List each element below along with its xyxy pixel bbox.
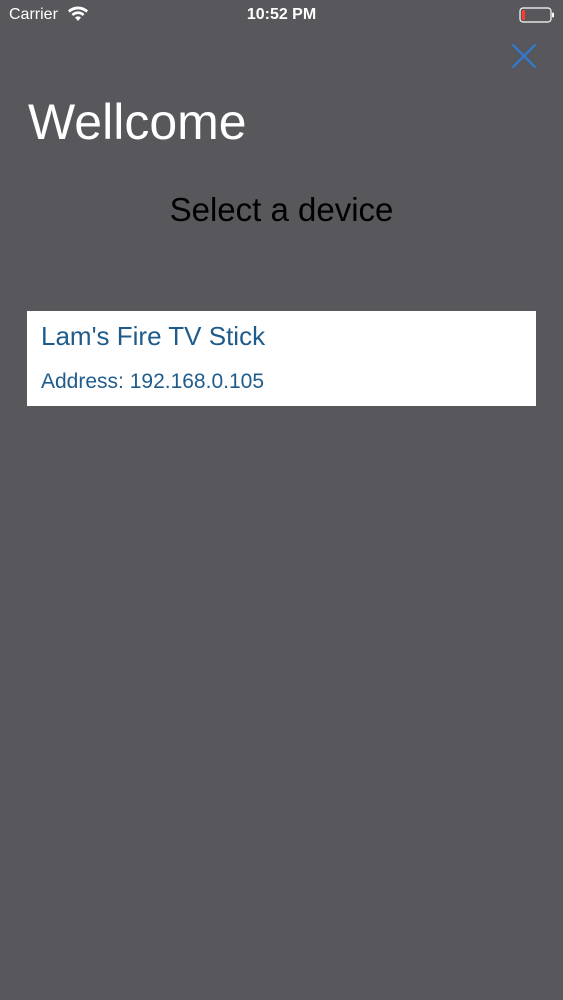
clock-time: 10:52 PM (246, 6, 317, 23)
close-icon (511, 43, 537, 69)
device-list: Lam's Fire TV Stick Address: 192.168.0.1… (27, 311, 536, 406)
status-bar: Carrier 10:52 PM (0, 0, 563, 30)
device-address: Address: 192.168.0.105 (41, 370, 265, 393)
section-subtitle: Select a device (169, 191, 394, 228)
device-name: Lam's Fire TV Stick (41, 321, 266, 351)
battery-icon (519, 6, 555, 24)
close-button[interactable] (508, 40, 540, 72)
device-item[interactable]: Lam's Fire TV Stick Address: 192.168.0.1… (27, 311, 536, 406)
screen: Carrier 10:52 PM Wellcome Select a devic… (0, 0, 563, 1000)
page-title: Wellcome (28, 94, 247, 150)
